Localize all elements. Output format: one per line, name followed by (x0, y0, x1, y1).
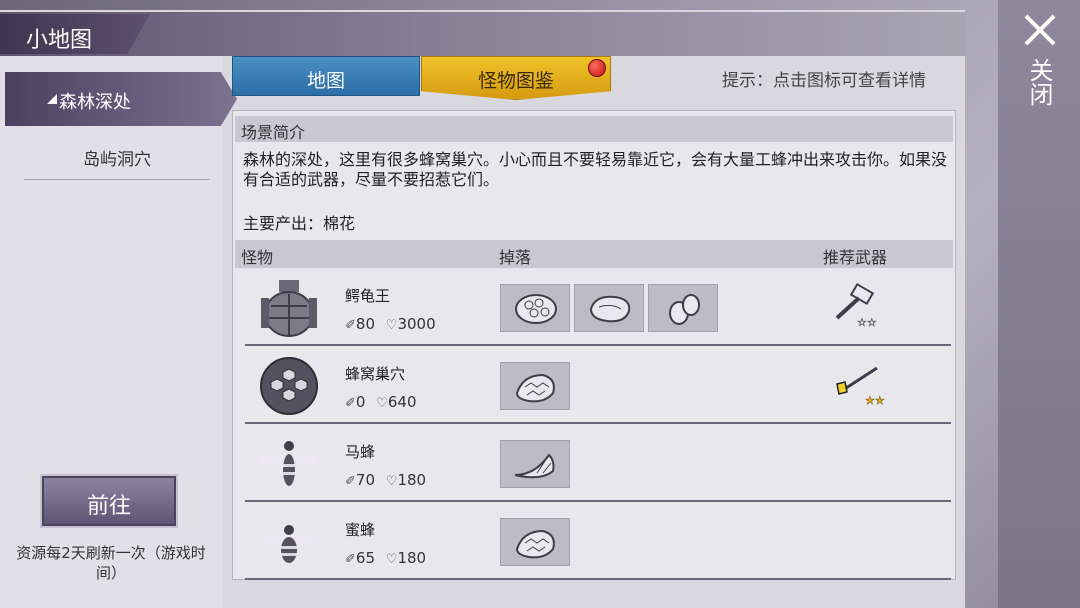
monster-stats: ✐65 ♡180 (345, 549, 426, 567)
scene-header: 场景简介 (235, 116, 953, 142)
main-output: 主要产出：棉花 (243, 214, 356, 233)
drop-horn[interactable] (500, 440, 570, 488)
monster-name: 马蜂 (345, 443, 376, 461)
hammer-icon[interactable]: ☆☆ (831, 282, 885, 328)
close-icon[interactable] (1020, 10, 1060, 50)
hp-value: 180 (397, 549, 427, 567)
torch-icon[interactable]: ★★ (831, 360, 885, 406)
table-row: 蜜蜂 ✐65 ♡180 (245, 502, 951, 580)
refresh-note: 资源每2天刷新一次（游戏时间） (16, 544, 206, 582)
beehive-icon[interactable] (257, 354, 321, 418)
sidebar-item-forest-depths[interactable]: 森林深处 (5, 72, 237, 126)
hp-icon: ♡ (385, 552, 398, 567)
sidebar-item-island-cave[interactable]: 岛屿洞穴 (24, 136, 210, 180)
weapon-stars: ☆☆ (857, 316, 877, 328)
header-weapon: 推荐武器 (823, 248, 888, 267)
hp-value: 640 (387, 393, 417, 411)
drop-honeycomb[interactable] (500, 362, 570, 410)
table-row: 鳄龟王 ✐80 ♡3000 ☆☆ (245, 268, 951, 346)
honeycomb-icon (515, 529, 555, 559)
hp-icon: ♡ (385, 474, 398, 489)
table-row: 蜂窝巢穴 ✐0 ♡640 ★★ (245, 346, 951, 424)
monster-name: 蜜蜂 (345, 521, 376, 539)
monster-stats: ✐0 ♡640 (345, 393, 417, 411)
tab-map[interactable]: 地图 (232, 56, 420, 96)
header-monster: 怪物 (241, 248, 274, 267)
table-header: 怪物 掉落 推荐武器 (235, 240, 953, 268)
notification-dot-icon (588, 59, 606, 77)
meat-icon (589, 295, 631, 323)
window-title: 小地图 (0, 14, 150, 54)
attack-icon: ✐ (345, 396, 356, 411)
horn-icon (514, 453, 555, 479)
close-button[interactable]: 关闭 (1024, 58, 1054, 106)
table-row: 马蜂 ✐70 ♡180 (245, 424, 951, 502)
honeycomb-icon (515, 373, 555, 403)
attack-icon: ✐ (345, 552, 356, 567)
scene-description: 森林的深处，这里有很多蜂窝巢穴。小心而且不要轻易靠近它，会有大量工蜂冲出来攻击你… (243, 150, 948, 189)
weapon-stars: ★★ (865, 394, 885, 406)
hint-text: 提示：点击图标可查看详情 (722, 71, 926, 91)
monster-name: 鳄龟王 (345, 287, 391, 305)
drop-eggs[interactable] (648, 284, 718, 332)
rock-ore-icon (515, 294, 557, 324)
go-button[interactable]: 前往 (40, 474, 178, 528)
hp-icon: ♡ (385, 318, 398, 333)
bee-icon[interactable] (257, 510, 321, 574)
attack-value: 0 (355, 393, 366, 411)
attack-value: 70 (355, 471, 375, 489)
selected-triangle-icon (47, 94, 57, 104)
monster-name: 蜂窝巢穴 (345, 365, 406, 383)
monster-stats: ✐80 ♡3000 (345, 315, 436, 333)
eggs-icon (669, 294, 700, 325)
turtle-king-icon[interactable] (257, 276, 321, 340)
attack-icon: ✐ (345, 474, 356, 489)
attack-value: 65 (355, 549, 375, 567)
attack-icon: ✐ (345, 318, 356, 333)
hp-icon: ♡ (376, 396, 388, 411)
tab-monster-guide[interactable]: 怪物图鉴 (421, 56, 611, 100)
hornet-icon[interactable] (257, 432, 321, 496)
hp-value: 3000 (397, 315, 436, 333)
hp-value: 180 (397, 471, 427, 489)
header-drops: 掉落 (499, 248, 532, 267)
drop-rock-ore[interactable] (500, 284, 570, 332)
attack-value: 80 (355, 315, 375, 333)
drop-meat[interactable] (574, 284, 644, 332)
drop-honeycomb[interactable] (500, 518, 570, 566)
monster-stats: ✐70 ♡180 (345, 471, 426, 489)
